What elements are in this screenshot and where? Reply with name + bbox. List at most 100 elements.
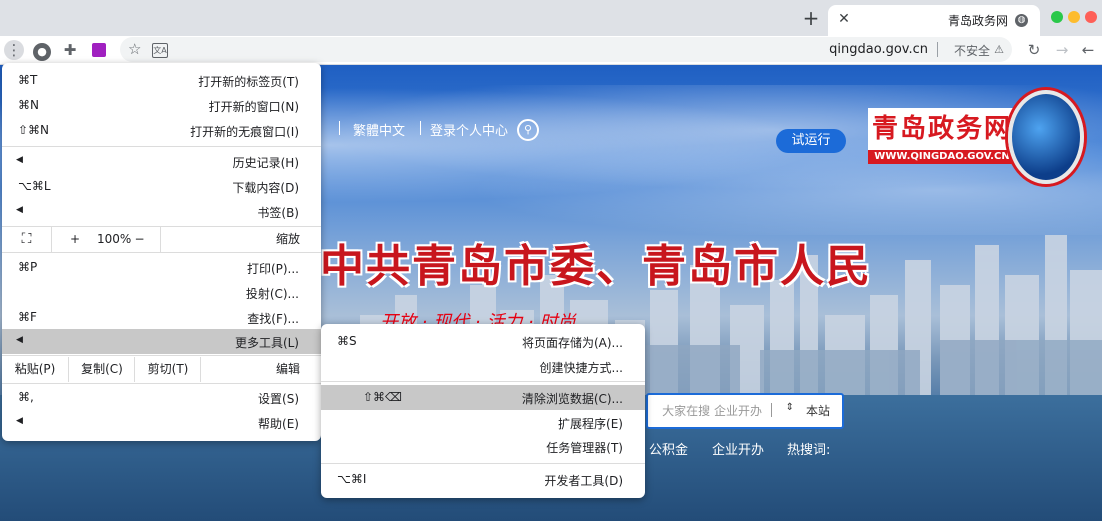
- menu-item-more-tools[interactable]: 更多工具(L) ◀: [2, 329, 321, 354]
- menu-label: 开发者工具(D): [544, 474, 623, 488]
- link-divider: [339, 121, 340, 135]
- menu-label: 书签(B): [257, 206, 299, 220]
- hot-search-label: 热搜词:: [787, 443, 831, 458]
- menu-separator: [2, 355, 321, 356]
- menu-label: 下载内容(D): [232, 181, 299, 195]
- translate-icon[interactable]: 文A: [152, 43, 168, 58]
- logo-url: WWW.QINGDAO.GOV.CN: [868, 150, 1016, 164]
- menu-item-new-incognito[interactable]: 打开新的无痕窗口(I) ⇧⌘N: [2, 118, 321, 143]
- menu-label: 查找(F)...: [247, 312, 299, 326]
- fullscreen-icon[interactable]: ⛶: [2, 227, 51, 252]
- zoom-in-button[interactable]: +: [51, 227, 98, 252]
- menu-label: 设置(S): [258, 392, 299, 406]
- menu-item-bookmarks[interactable]: 书签(B) ◀: [2, 199, 321, 224]
- address-divider: [937, 42, 938, 57]
- user-icon[interactable]: ⚲: [517, 119, 539, 141]
- window-close-button[interactable]: [1085, 11, 1097, 23]
- kebab-menu-icon[interactable]: ⋮: [4, 40, 24, 60]
- profile-icon[interactable]: ●: [32, 40, 52, 61]
- menu-item-cast[interactable]: 投射(C)...: [2, 280, 321, 305]
- search-input[interactable]: 大家在搜 企业开办: [662, 402, 762, 419]
- menu-label: 将页面存储为(A)...: [521, 336, 623, 350]
- reload-icon[interactable]: ↻: [1024, 40, 1044, 60]
- traditional-chinese-link[interactable]: 繁體中文: [353, 120, 405, 139]
- menu-item-extensions[interactable]: 扩展程序(E): [321, 410, 645, 435]
- new-tab-button[interactable]: +: [802, 6, 820, 30]
- trial-run-badge[interactable]: 试运行: [776, 129, 846, 153]
- search-scope-select[interactable]: 本站: [806, 402, 830, 419]
- menu-shortcut: ⌘N: [18, 98, 39, 112]
- browser-tab[interactable]: ◍ 青岛政务网 ✕: [828, 5, 1040, 36]
- menu-item-task-manager[interactable]: 任务管理器(T): [321, 434, 645, 459]
- login-link[interactable]: 登录个人中心: [430, 120, 508, 139]
- menu-item-create-shortcut[interactable]: 创建快捷方式...: [321, 354, 645, 379]
- url-text[interactable]: qingdao.gov.cn: [829, 42, 928, 57]
- menu-separator: [2, 146, 321, 147]
- menu-separator: [321, 381, 645, 382]
- menu-label: 打开新的窗口(N): [208, 100, 299, 114]
- address-bar[interactable]: ⚠ 不安全 qingdao.gov.cn 文A ☆: [120, 37, 1012, 62]
- menu-item-new-window[interactable]: 打开新的窗口(N) ⌘N: [2, 93, 321, 118]
- menu-shortcut: ⌥⌘L: [18, 179, 51, 193]
- zoom-value: 100%: [97, 232, 132, 246]
- submenu-arrow-icon: ◀: [16, 205, 23, 215]
- back-arrow-icon[interactable]: ←: [1078, 40, 1098, 60]
- tab-title: 青岛政务网: [947, 14, 1008, 28]
- puzzle-icon[interactable]: ✚: [60, 40, 80, 60]
- menu-item-find[interactable]: 查找(F)... ⌘F: [2, 305, 321, 330]
- menu-label: 编辑: [275, 362, 300, 376]
- menu-shortcut: ⇧⌘⌫: [363, 390, 403, 404]
- chevron-updown-icon[interactable]: ⇕: [786, 402, 794, 413]
- menu-separator: [321, 463, 645, 464]
- menu-shortcut: ⌘S: [337, 334, 357, 348]
- submenu-arrow-icon: ◀: [16, 155, 23, 165]
- close-tab-icon[interactable]: ✕: [836, 11, 852, 27]
- menu-shortcut: ⌘P: [18, 260, 38, 274]
- menu-item-help[interactable]: 帮助(E) ◀: [2, 410, 321, 435]
- cut-button[interactable]: 剪切(T): [134, 357, 201, 382]
- zoom-out-button[interactable]: −: [119, 227, 160, 252]
- globe-icon: ◍: [1015, 14, 1028, 27]
- submenu-arrow-icon: ◀: [16, 335, 23, 345]
- window-zoom-button[interactable]: [1051, 11, 1063, 23]
- edit-label: 编辑: [200, 357, 322, 382]
- logo-title: 青岛政务网: [868, 108, 1016, 150]
- forward-arrow-icon[interactable]: →: [1052, 40, 1072, 60]
- link-divider: [420, 121, 421, 135]
- menu-shortcut: ⇧⌘N: [18, 123, 50, 137]
- menu-label: 扩展程序(E): [558, 417, 623, 431]
- window-minimize-button[interactable]: [1068, 11, 1080, 23]
- menu-label: 打印(P)...: [246, 262, 299, 276]
- menu-item-dev-tools[interactable]: 开发者工具(D) ⌥⌘I: [321, 467, 645, 492]
- search-divider: [771, 403, 772, 417]
- menu-label: 缩放: [275, 232, 300, 246]
- menu-shortcut: ⌘F: [18, 310, 37, 324]
- menu-item-save-page[interactable]: 将页面存储为(A)... ⌘S: [321, 329, 645, 354]
- menu-label: 任务管理器(T): [546, 441, 623, 455]
- menu-item-history[interactable]: 历史记录(H) ◀: [2, 149, 321, 174]
- paste-button[interactable]: 粘贴(P): [2, 357, 68, 382]
- security-label[interactable]: 不安全: [954, 42, 990, 59]
- menu-item-new-tab[interactable]: 打开新的标签页(T) ⌘T: [2, 68, 321, 93]
- extension-icon[interactable]: [89, 40, 109, 60]
- hot-term-fund[interactable]: 公积金: [649, 439, 688, 458]
- menu-label: 清除浏览数据(C)...: [521, 392, 623, 406]
- star-icon[interactable]: ☆: [128, 40, 141, 58]
- site-search-box[interactable]: 本站 ⇕ 大家在搜 企业开办: [646, 393, 844, 429]
- site-logo[interactable]: 青岛政务网 WWW.QINGDAO.GOV.CN: [868, 90, 1084, 184]
- tab-strip: ◍ 青岛政务网 ✕ +: [0, 0, 1102, 36]
- menu-shortcut: ⌥⌘I: [337, 472, 367, 486]
- copy-button[interactable]: 复制(C): [68, 357, 135, 382]
- globe-emblem-icon: [1008, 90, 1084, 184]
- menu-item-downloads[interactable]: 下载内容(D) ⌥⌘L: [2, 174, 321, 199]
- menu-item-clear-data[interactable]: 清除浏览数据(C)... ⇧⌘⌫: [321, 385, 645, 410]
- menu-item-print[interactable]: 打印(P)... ⌘P: [2, 255, 321, 280]
- warning-icon[interactable]: ⚠: [994, 43, 1004, 56]
- menu-item-settings[interactable]: 设置(S) ⌘,: [2, 385, 321, 410]
- menu-label: 投射(C)...: [245, 287, 299, 301]
- hot-term-enterprise[interactable]: 企业开办: [712, 439, 764, 458]
- menu-label: 打开新的标签页(T): [198, 75, 299, 89]
- edit-row: 粘贴(P) 复制(C) 剪切(T) 编辑: [2, 357, 321, 382]
- menu-label: 创建快捷方式...: [539, 361, 623, 375]
- submenu-arrow-icon: ◀: [16, 416, 23, 426]
